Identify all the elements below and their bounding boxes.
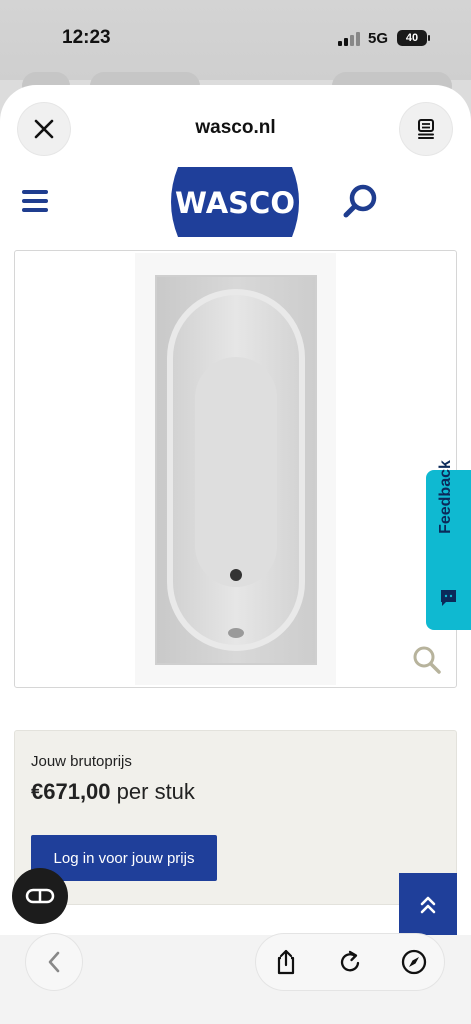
network-type: 5G <box>368 30 389 47</box>
share-icon[interactable] <box>272 948 300 976</box>
price-unit: per stuk <box>116 779 195 804</box>
chevron-left-icon <box>48 951 60 973</box>
logo-text: WASCO <box>175 186 295 220</box>
price-panel: Jouw brutoprijs €671,00 per stuk Log in … <box>14 730 457 905</box>
feedback-label: Feedback <box>437 460 454 534</box>
chevron-up-icon <box>420 896 436 914</box>
price-label: Jouw brutoprijs <box>31 753 132 770</box>
zoom-icon[interactable] <box>412 645 442 675</box>
menu-icon[interactable] <box>22 190 48 212</box>
feedback-icon <box>441 590 456 606</box>
signal-icon <box>338 32 362 46</box>
bathtub-image <box>155 275 317 665</box>
battery-icon: 40 <box>397 30 430 46</box>
price-amount: €671,00 <box>31 779 111 804</box>
ar-button[interactable] <box>12 868 68 924</box>
login-for-price-button[interactable]: Log in voor jouw prijs <box>31 835 217 881</box>
search-icon[interactable] <box>340 181 380 221</box>
battery-level: 40 <box>405 32 419 44</box>
browser-sheet: wasco.nl WASCO Feedback Jouw brutoprijs … <box>0 85 471 1024</box>
status-time: 12:23 <box>62 27 111 48</box>
reader-button[interactable] <box>400 103 452 155</box>
scroll-to-top-button[interactable] <box>399 873 457 937</box>
reader-icon <box>418 119 434 139</box>
browser-actions <box>256 934 444 990</box>
compass-icon[interactable] <box>400 948 428 976</box>
ar-icon <box>25 888 55 904</box>
product-image-frame[interactable] <box>14 250 457 688</box>
back-button[interactable] <box>26 934 82 990</box>
price-value: €671,00 per stuk <box>31 779 195 805</box>
status-bar: 12:23 5G 40 <box>0 0 471 100</box>
reload-icon[interactable] <box>336 948 364 976</box>
wasco-logo[interactable]: WASCO <box>164 167 306 237</box>
feedback-tab[interactable]: Feedback <box>426 460 471 630</box>
